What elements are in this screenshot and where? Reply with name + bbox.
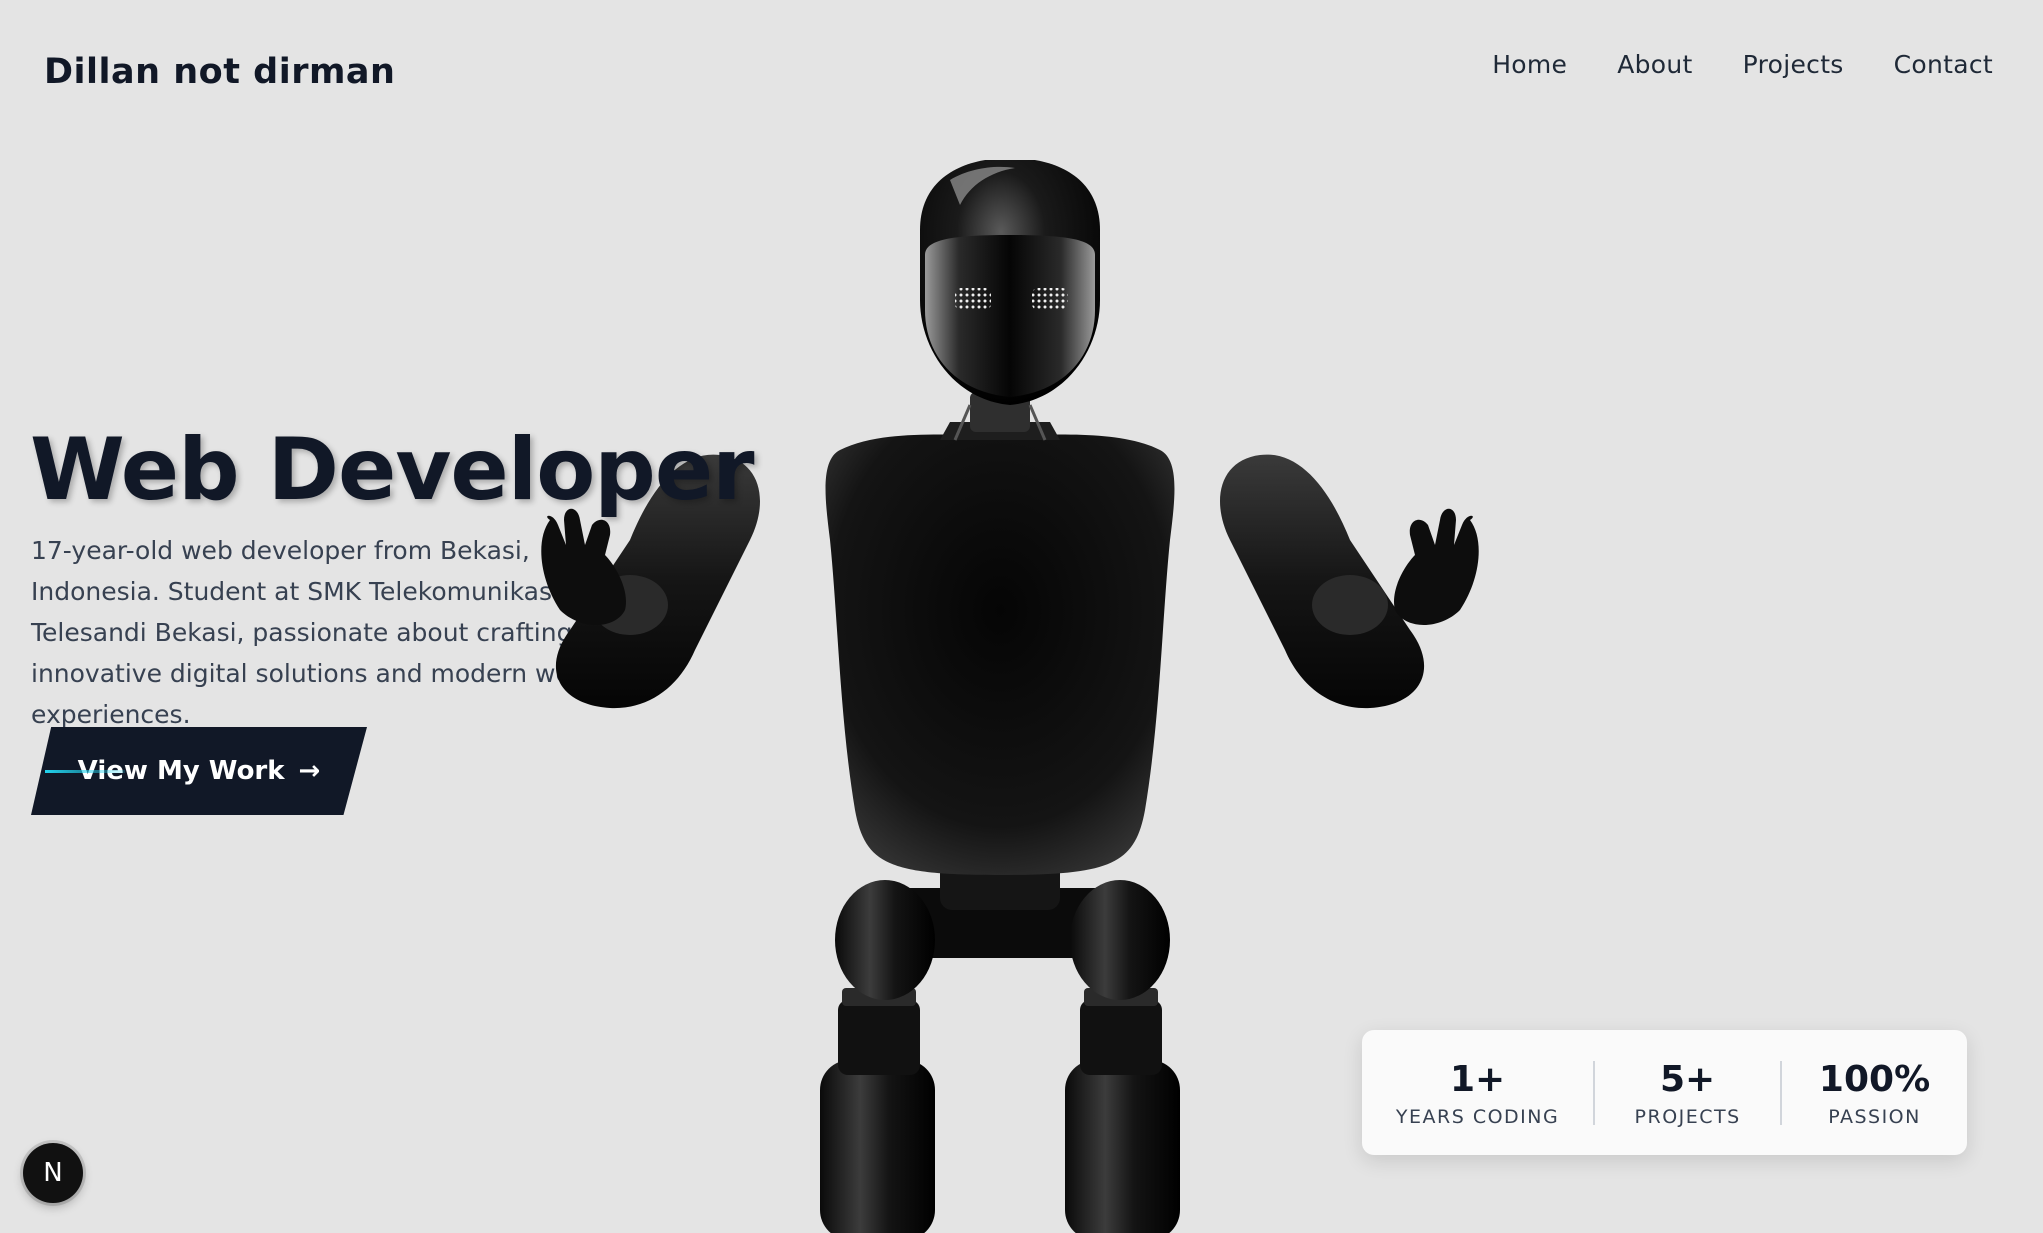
nextjs-letter: N [43, 1158, 63, 1188]
robot-right-eye [1032, 288, 1068, 310]
arrow-right-icon: → [298, 756, 321, 786]
site-brand[interactable]: Dillan not dirman [44, 52, 395, 92]
nav-projects-link[interactable]: Projects [1743, 50, 1844, 79]
stat-label: PROJECTS [1634, 1105, 1741, 1128]
cta-accent-line [45, 770, 125, 773]
stat-value: 100% [1818, 1058, 1931, 1100]
stat-years-coding: 1+ YEARS CODING [1362, 1030, 1593, 1155]
nav-home-link[interactable]: Home [1492, 50, 1567, 79]
stat-label: PASSION [1828, 1105, 1921, 1128]
robot-illustration [541, 160, 1479, 1233]
stat-projects: 5+ PROJECTS [1595, 1030, 1780, 1155]
stat-passion: 100% PASSION [1782, 1030, 1967, 1155]
hero-title: Web Developer [30, 420, 755, 520]
view-my-work-button[interactable]: View My Work → [31, 727, 367, 815]
robot-legs [820, 988, 1180, 1233]
portfolio-page: Dillan not dirman Home About Projects Co… [0, 0, 2043, 1233]
nav-about-link[interactable]: About [1617, 50, 1692, 79]
stat-label: YEARS CODING [1395, 1105, 1560, 1128]
nav-contact-link[interactable]: Contact [1894, 50, 1993, 79]
stat-value: 5+ [1660, 1058, 1716, 1100]
stat-value: 1+ [1449, 1058, 1506, 1100]
nextjs-icon[interactable]: N [23, 1143, 83, 1203]
robot-head [920, 160, 1100, 405]
stats-card: 1+ YEARS CODING 5+ PROJECTS 100% PASSION [1362, 1030, 1967, 1155]
main-nav: Home About Projects Contact [1492, 50, 1993, 79]
robot-torso [825, 422, 1175, 875]
robot-pelvis [835, 860, 1170, 1000]
robot-right-arm [1220, 454, 1479, 709]
robot-left-eye [955, 288, 991, 310]
